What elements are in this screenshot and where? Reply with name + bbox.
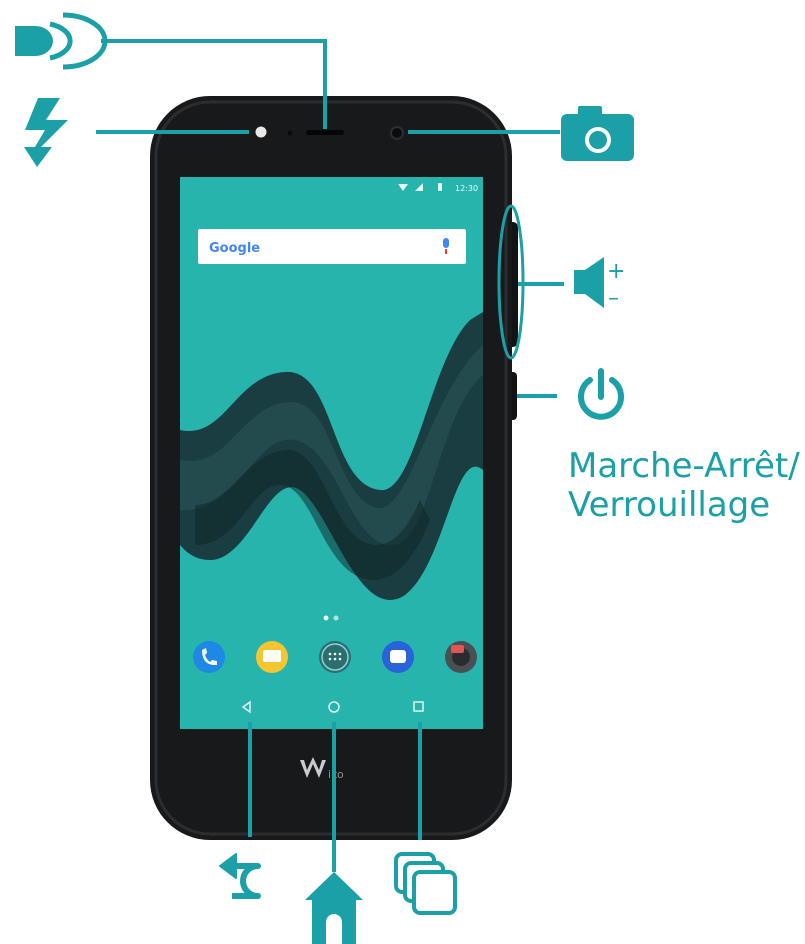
status-time: 12:30: [455, 184, 478, 193]
earpiece: [306, 130, 344, 135]
battery-icon: [438, 183, 442, 191]
page-dot: [333, 615, 339, 621]
front-camera-lens: [390, 126, 404, 140]
volume-plus-minus-icon: + –: [574, 257, 625, 311]
volume-plus-label: +: [607, 259, 625, 284]
volume-minus-label: –: [608, 286, 619, 311]
front-camera-icon: [561, 106, 634, 161]
brand-text: iko: [328, 768, 344, 781]
power-label-line-1: Marche-Arrêt/: [568, 446, 800, 486]
home-icon: [305, 872, 363, 944]
phone-app-icon[interactable]: [193, 641, 225, 673]
flash-led: [255, 126, 267, 138]
speaker-icon: [15, 12, 108, 70]
search-logo: Google: [209, 241, 260, 256]
power-icon: [578, 368, 624, 420]
page-dot: [323, 615, 329, 621]
camera-app-icon[interactable]: [445, 641, 477, 673]
recent-apps-icon: [394, 852, 457, 915]
power-lock-label: Marche-Arrêt/ Verrouillage: [568, 447, 800, 525]
back-arrow-icon: [219, 853, 261, 899]
messaging-app-icon[interactable]: [256, 641, 288, 673]
chat-app-icon[interactable]: [382, 641, 414, 673]
flash-icon: [24, 98, 68, 167]
screen: 12:30 Google: [180, 177, 483, 729]
power-label-line-2: Verrouillage: [568, 485, 771, 525]
app-drawer-icon[interactable]: [319, 641, 351, 673]
search-widget[interactable]: Google: [198, 229, 466, 264]
